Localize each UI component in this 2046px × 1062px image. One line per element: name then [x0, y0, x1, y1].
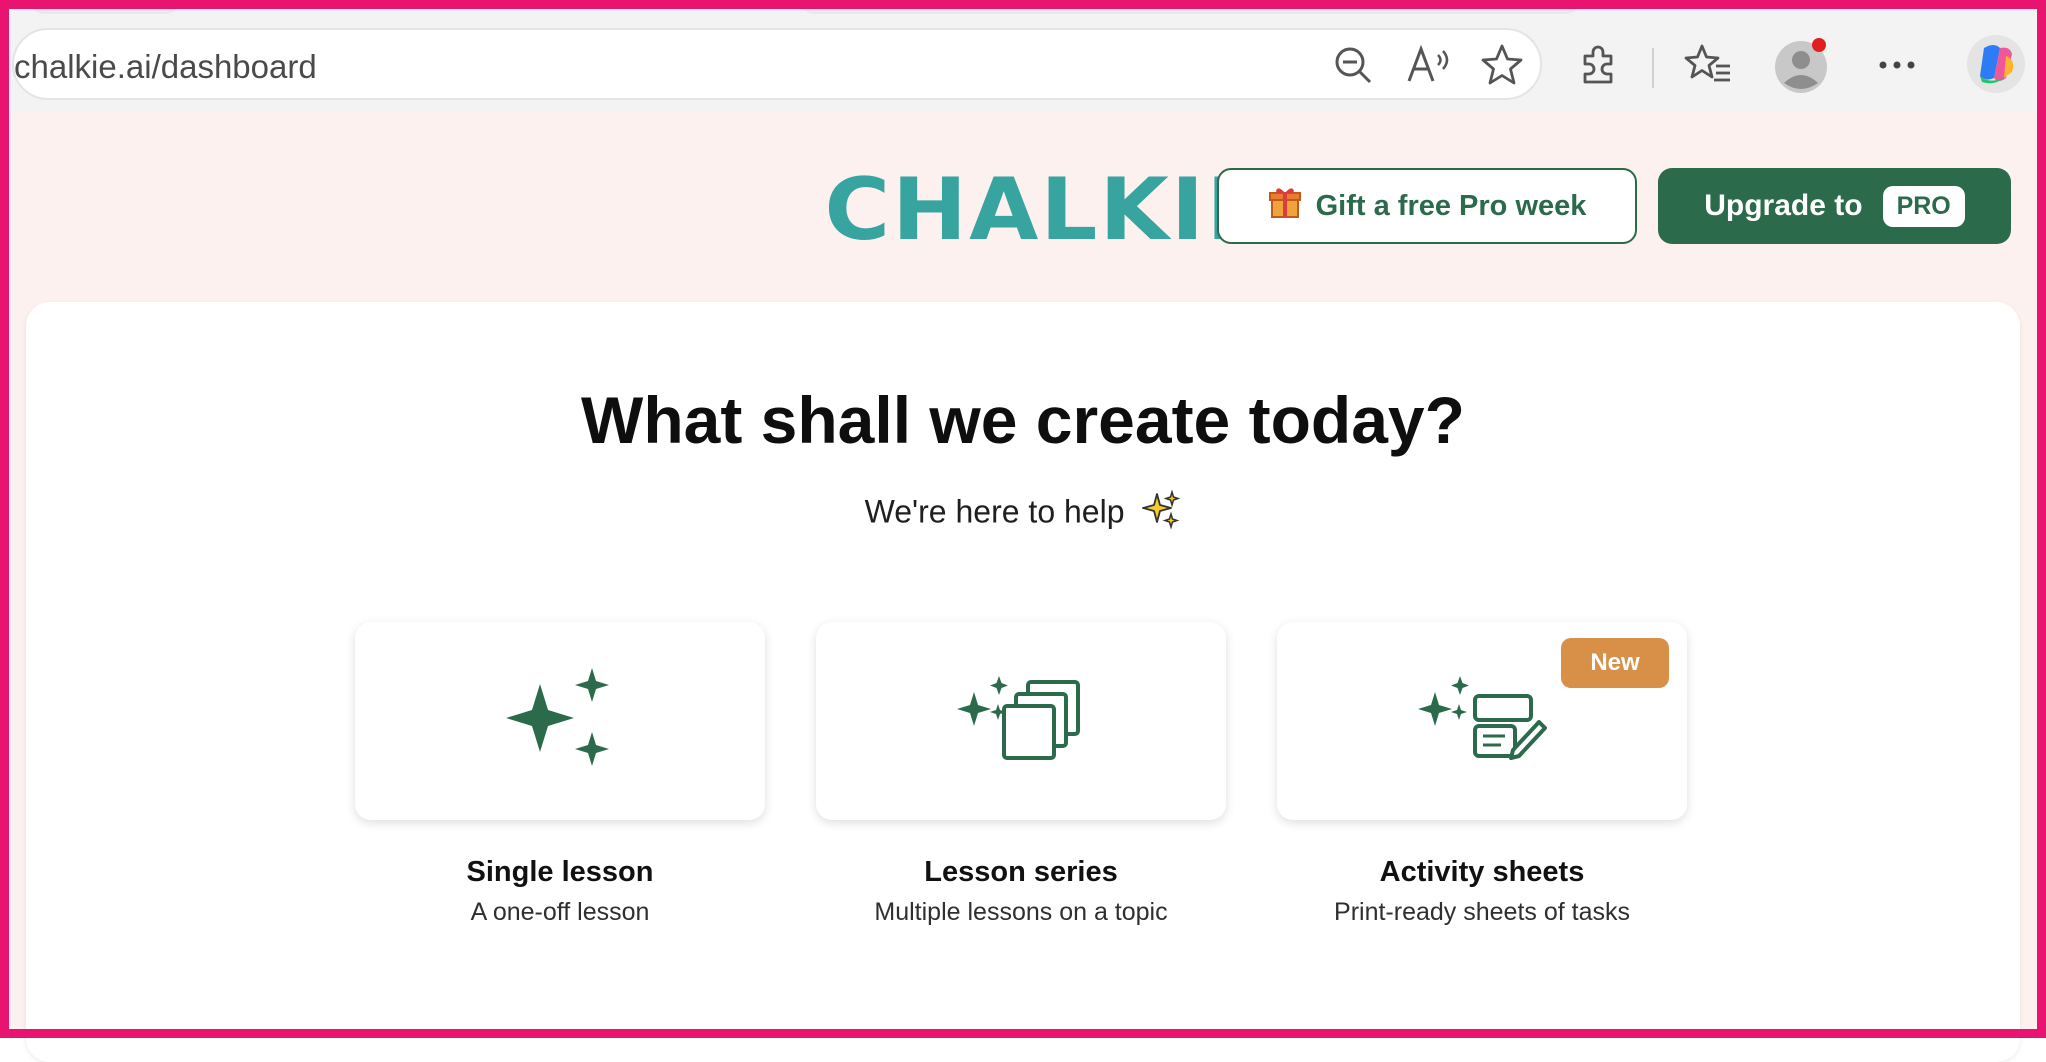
read-aloud-icon[interactable]: [1403, 40, 1457, 90]
gift-pro-week-button[interactable]: Gift a free Pro week: [1217, 168, 1637, 244]
gift-button-label: Gift a free Pro week: [1315, 189, 1587, 222]
single-lesson-tile[interactable]: [355, 622, 765, 820]
zoom-out-icon[interactable]: [1328, 40, 1378, 90]
page-title: What shall we create today?: [581, 383, 1465, 457]
favorite-star-icon[interactable]: [1477, 40, 1527, 90]
activity-sheets-title[interactable]: Activity sheets: [1252, 856, 1712, 889]
subtitle-text: We're here to help: [864, 493, 1125, 530]
address-bar[interactable]: chalkie.ai/dashboard: [12, 28, 1542, 100]
extensions-icon[interactable]: [1573, 40, 1623, 90]
pro-badge: PRO: [1882, 185, 1965, 227]
upgrade-button-label: Upgrade to: [1704, 189, 1863, 222]
tab-edge: [800, 0, 1580, 14]
chalkie-logo[interactable]: CHALKIE: [824, 160, 1269, 260]
profile-avatar-icon[interactable]: [1770, 34, 1832, 96]
more-icon[interactable]: [1874, 40, 1920, 90]
favorites-list-icon[interactable]: [1680, 40, 1736, 90]
tab-edge: [30, 0, 180, 14]
url-text: chalkie.ai/dashboard: [14, 48, 317, 85]
page-subtitle: We're here to help: [0, 489, 2046, 538]
single-lesson-title[interactable]: Single lesson: [330, 856, 790, 889]
sparkles-icon: [500, 664, 620, 779]
copilot-icon[interactable]: [1960, 30, 2032, 98]
stacked-pages-icon: [956, 674, 1086, 769]
upgrade-button[interactable]: Upgrade to PRO: [1658, 168, 2011, 244]
sparkles-emoji-icon: [1141, 489, 1181, 538]
activity-sheets-description: Print-ready sheets of tasks: [1334, 898, 1630, 926]
single-lesson-description: A one-off lesson: [470, 898, 650, 926]
toolbar-separator: [1652, 48, 1654, 88]
lesson-series-tile[interactable]: [816, 622, 1226, 820]
browser-toolbar: chalkie.ai/dashboard: [0, 0, 2046, 113]
lesson-series-description: Multiple lessons on a topic: [874, 898, 1168, 926]
activity-sheet-icon: [1417, 674, 1547, 769]
gift-icon: [1268, 185, 1302, 227]
new-badge: New: [1561, 638, 1669, 688]
lesson-series-title[interactable]: Lesson series: [791, 856, 1251, 889]
